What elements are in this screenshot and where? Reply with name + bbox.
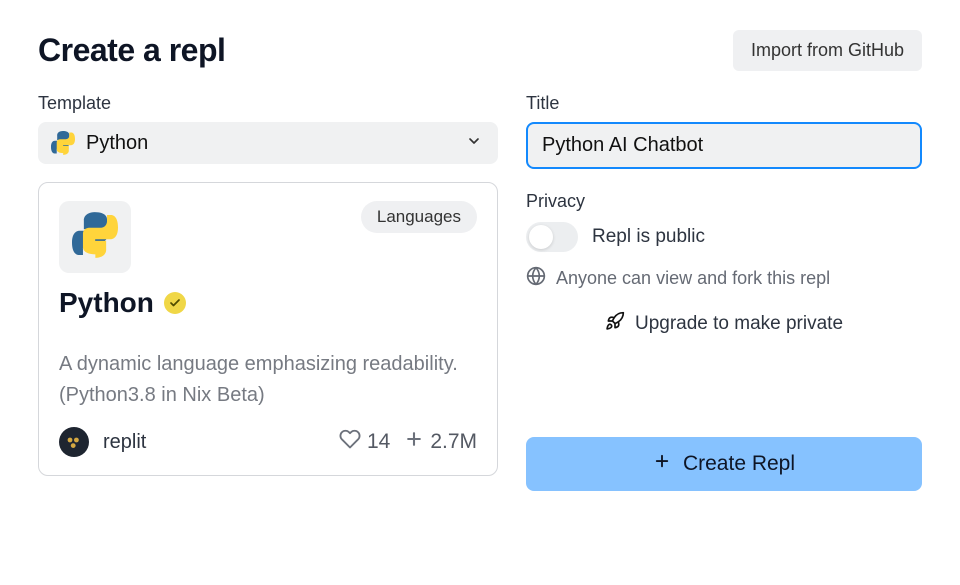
template-column: Template Python [38,93,498,491]
template-name: Python [59,287,154,319]
heart-icon [339,428,361,456]
category-badge: Languages [361,201,477,233]
author-avatar [59,427,89,457]
upgrade-link[interactable]: Upgrade to make private [526,311,922,336]
privacy-field-label: Privacy [526,191,922,212]
template-field-label: Template [38,93,498,114]
rocket-icon [605,311,625,336]
plus-icon [653,452,671,476]
privacy-section: Privacy Repl is public Anyone can view a… [526,191,922,336]
modal-header: Create a repl Import from GitHub [38,30,922,71]
create-repl-modal: Create a repl Import from GitHub Templat… [0,0,960,585]
verified-icon [164,292,186,314]
privacy-toggle[interactable] [526,222,578,252]
template-logo-box [59,201,131,273]
page-title: Create a repl [38,32,225,69]
forks-count: 2.7M [430,430,477,454]
create-repl-button[interactable]: Create Repl [526,437,922,491]
chevron-down-icon [466,133,482,154]
template-card-top: Languages [59,201,477,273]
upgrade-text: Upgrade to make private [635,313,843,335]
import-from-github-button[interactable]: Import from GitHub [733,30,922,71]
python-icon [72,212,118,263]
privacy-toggle-row: Repl is public [526,222,922,252]
template-select[interactable]: Python [38,122,498,164]
template-selected-name: Python [86,132,148,155]
toggle-knob [529,225,553,249]
title-input[interactable] [526,122,922,169]
template-card-bottom: replit 14 2.7M [59,427,477,457]
python-icon [50,130,76,156]
template-title-row: Python [59,287,477,319]
globe-icon [526,266,546,291]
forks-stat: 2.7M [404,429,477,455]
stats-row: 14 2.7M [339,428,477,456]
author-row: replit [59,427,146,457]
template-select-left: Python [50,130,148,156]
plus-icon [404,429,424,455]
privacy-toggle-label: Repl is public [592,226,705,248]
template-description: A dynamic language emphasizing readabili… [59,349,477,411]
template-card: Languages Python A dynamic language emph… [38,182,498,476]
columns: Template Python [38,93,922,491]
likes-stat: 14 [339,428,390,456]
author-name: replit [103,431,146,454]
likes-count: 14 [367,430,390,454]
privacy-hint-row: Anyone can view and fork this repl [526,266,922,291]
create-button-label: Create Repl [683,452,795,476]
settings-column: Title Privacy Repl is public Anyone can … [526,93,922,491]
privacy-hint-text: Anyone can view and fork this repl [556,268,830,289]
title-field-label: Title [526,93,922,114]
